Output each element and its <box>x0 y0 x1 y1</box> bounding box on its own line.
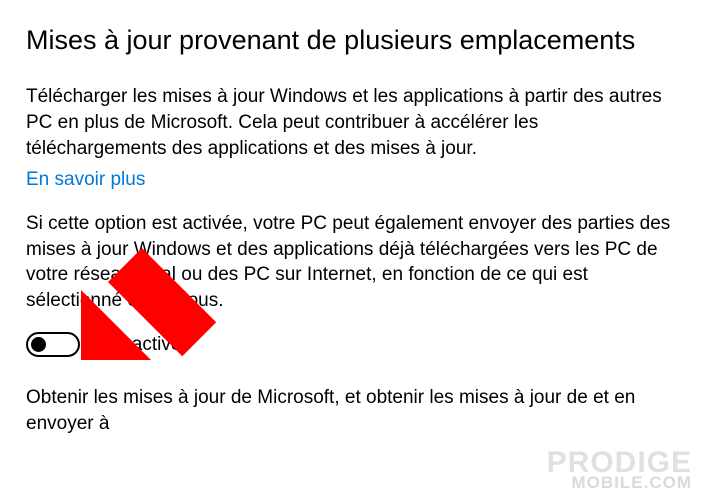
delivery-optimization-toggle[interactable] <box>26 332 80 357</box>
toggle-state-label: Désactivé <box>98 332 181 358</box>
watermark: PRODIGE MOBILE.COM <box>547 450 692 490</box>
footer-text: Obtenir les mises à jour de Microsoft, e… <box>26 385 676 436</box>
learn-more-link[interactable]: En savoir plus <box>26 167 676 193</box>
intro-text: Télécharger les mises à jour Windows et … <box>26 84 676 161</box>
page-title: Mises à jour provenant de plusieurs empl… <box>26 22 676 58</box>
watermark-line1: PRODIGE <box>547 450 692 476</box>
details-text: Si cette option est activée, votre PC pe… <box>26 211 676 314</box>
toggle-knob <box>31 337 46 352</box>
